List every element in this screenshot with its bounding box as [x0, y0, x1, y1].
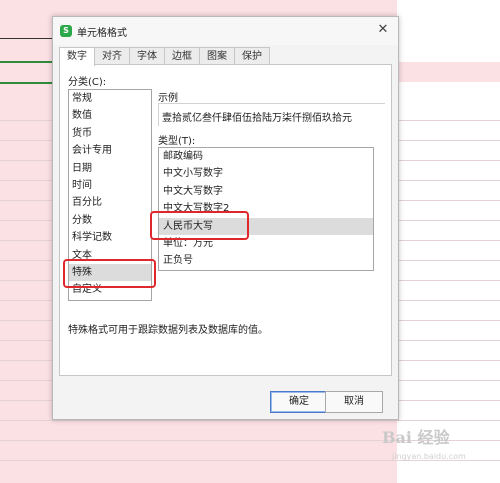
grid-line [0, 420, 500, 421]
baidu-jingyan-watermark: Bai 经验 [382, 428, 450, 447]
type-item-chinese-lowercase[interactable]: 中文小写数字 [159, 165, 373, 182]
watermark-url: jingyan.baidu.com [392, 452, 466, 461]
type-item-chinese-uppercase[interactable]: 中文大写数字 [159, 183, 373, 200]
tab-alignment[interactable]: 对齐 [94, 47, 130, 65]
tab-bar: 数字 对齐 字体 边框 图案 保护 [59, 47, 270, 66]
ok-button[interactable]: 确定 [270, 391, 328, 413]
type-item-postal-code[interactable]: 邮政编码 [159, 148, 373, 165]
tab-pattern[interactable]: 图案 [199, 47, 235, 65]
category-label: 分类(C): [68, 77, 107, 88]
category-item-general[interactable]: 常规 [69, 90, 151, 107]
type-label: 类型(T): [158, 136, 196, 147]
category-item-accounting[interactable]: 会计专用 [69, 142, 151, 159]
type-item-plus-minus-sign[interactable]: 正负号 [159, 252, 373, 269]
category-item-currency[interactable]: 货币 [69, 125, 151, 142]
sample-box: 壹拾贰亿叁仟肆佰伍拾陆万柒仟捌佰玖拾元 [158, 103, 385, 126]
sheet-pink-row [397, 62, 500, 82]
format-description: 特殊格式可用于跟踪数据列表及数据库的值。 [68, 325, 268, 336]
category-item-date[interactable]: 日期 [69, 160, 151, 177]
sample-label: 示例 [158, 93, 178, 104]
cancel-button[interactable]: 取消 [325, 391, 383, 413]
tab-number[interactable]: 数字 [59, 47, 95, 66]
dialog-titlebar[interactable]: S 单元格格式 ✕ [53, 17, 398, 45]
close-icon[interactable]: ✕ [374, 21, 392, 39]
category-item-scientific[interactable]: 科学记数 [69, 229, 151, 246]
tab-font[interactable]: 字体 [129, 47, 165, 65]
selected-cell-top-border [0, 61, 56, 63]
cell-border [0, 38, 56, 39]
highlight-special-category [63, 259, 156, 288]
wps-app-icon: S [60, 25, 72, 37]
type-list[interactable]: 邮政编码 中文小写数字 中文大写数字 中文大写数字2 人民币大写 单位：万元 正… [158, 147, 374, 271]
tab-border[interactable]: 边框 [164, 47, 200, 65]
category-item-time[interactable]: 时间 [69, 177, 151, 194]
tab-protection[interactable]: 保护 [234, 47, 270, 65]
category-item-number[interactable]: 数值 [69, 107, 151, 124]
dialog-title: 单元格格式 [77, 28, 127, 39]
sample-value: 壹拾贰亿叁仟肆佰伍拾陆万柒仟捌佰玖拾元 [162, 113, 352, 124]
highlight-rmb-uppercase-type [150, 211, 249, 240]
selected-cell-bottom-border [0, 82, 56, 84]
category-item-fraction[interactable]: 分数 [69, 212, 151, 229]
category-item-percentage[interactable]: 百分比 [69, 194, 151, 211]
